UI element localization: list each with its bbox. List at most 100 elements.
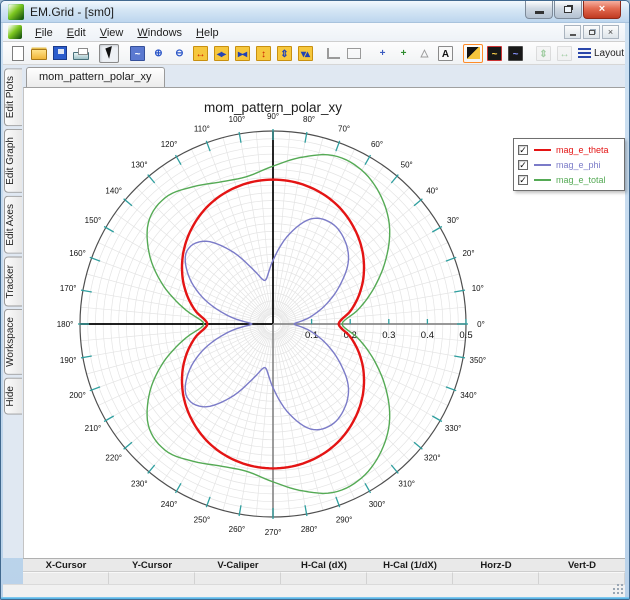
pointer-tool-icon[interactable] <box>99 43 119 63</box>
window-title: EM.Grid - [sm0] <box>30 5 115 19</box>
mdi-close-button[interactable]: × <box>602 25 619 39</box>
window-restore-button[interactable] <box>554 1 582 19</box>
angle-label-290: 290° <box>336 516 353 525</box>
angle-label-310: 310° <box>398 479 415 488</box>
readout-header-horz-d: Horz-D <box>480 560 512 571</box>
layout-button[interactable]: Layout <box>575 44 625 63</box>
marker-triangle-icon-glyph: △ <box>420 47 429 59</box>
tab-mom-pattern-polar-xy[interactable]: mom_pattern_polar_xy <box>26 67 165 87</box>
angle-label-140: 140° <box>105 186 122 195</box>
sidebar-tab-tracker[interactable]: Tracker <box>4 256 22 307</box>
compress-x-icon[interactable]: ▸◂ <box>232 44 252 63</box>
angle-label-80: 80° <box>303 115 315 124</box>
readout-header-h-cal-1-dx-: H-Cal (1/dX) <box>383 560 437 571</box>
mdi-child-icon[interactable] <box>8 25 22 39</box>
axes-tool-icon[interactable]: + <box>393 44 413 63</box>
legend-entry-mag_e_total: ✓ mag_e_total <box>518 172 620 187</box>
curve-style-blue-icon[interactable]: ~ <box>505 44 525 63</box>
menu-item-windows[interactable]: Windows <box>130 25 189 41</box>
resize-grip-icon[interactable] <box>613 585 624 596</box>
menu-item-help[interactable]: Help <box>189 25 226 41</box>
tile-horizontal-icon[interactable]: ↔ <box>554 44 574 63</box>
legend-label-mag_e_theta: mag_e_theta <box>556 144 609 155</box>
angle-label-330: 330° <box>445 424 462 433</box>
angle-label-40: 40° <box>426 186 438 195</box>
angle-label-20: 20° <box>462 249 474 258</box>
save-icon[interactable] <box>50 44 70 63</box>
new-document-icon[interactable] <box>8 44 28 63</box>
readout-header-h-cal-dx-: H-Cal (dX) <box>301 560 347 571</box>
legend-entry-mag_e_theta: ✓ mag_e_theta <box>518 142 620 157</box>
angle-label-340: 340° <box>460 391 477 400</box>
window-minimize-button[interactable] <box>525 1 553 19</box>
angle-label-70: 70° <box>338 125 350 134</box>
open-icon[interactable] <box>29 44 49 63</box>
text-annotation-icon-glyph: A <box>437 45 453 61</box>
expand-x-icon[interactable]: ↔ <box>190 44 210 63</box>
legend-line-sample <box>534 163 551 166</box>
pan-y-icon[interactable]: ⇕ <box>274 44 294 63</box>
pan-x-icon[interactable]: ◂▸ <box>211 44 231 63</box>
angle-label-200: 200° <box>69 391 86 400</box>
mdi-minimize-icon <box>569 34 576 36</box>
menu-item-file[interactable]: File <box>28 25 60 41</box>
menu-item-edit[interactable]: Edit <box>60 25 93 41</box>
crosshair-icon[interactable]: + <box>372 44 392 63</box>
readout-header-y-cursor: Y-Cursor <box>131 560 173 571</box>
window-close-button[interactable]: × <box>583 1 621 19</box>
colormap-icon[interactable] <box>463 43 483 63</box>
angle-label-120: 120° <box>161 140 178 149</box>
app-logo-icon <box>8 4 24 20</box>
expand-y-icon[interactable]: ↕ <box>253 44 273 63</box>
angle-label-270: 270° <box>265 528 282 537</box>
angle-label-350: 350° <box>470 356 487 365</box>
menu-bar: File Edit View Windows Help × <box>3 23 625 42</box>
toolbar-separator <box>456 44 463 63</box>
toolbar-separator <box>120 44 127 63</box>
pan-y-icon-glyph: ⇕ <box>276 45 292 61</box>
text-annotation-icon[interactable]: A <box>435 44 455 63</box>
print-icon[interactable] <box>71 44 91 63</box>
angle-label-50: 50° <box>401 161 413 170</box>
mdi-restore-icon <box>588 29 595 35</box>
close-icon: × <box>598 3 606 15</box>
legend-line-sample <box>534 148 551 151</box>
zoom-out-icon[interactable]: ⊖ <box>169 44 189 63</box>
sidebar-tabstrip: Edit Plots Edit Graph Edit Axes Tracker Work… <box>3 65 23 558</box>
angle-label-300: 300° <box>369 500 386 509</box>
mdi-minimize-button[interactable] <box>564 25 581 39</box>
radial-ticks: 0.1 0.2 0.3 0.4 0.5 <box>305 319 473 341</box>
compress-x-icon-glyph: ▸◂ <box>234 45 250 61</box>
legend-checkbox-mag_e_total[interactable]: ✓ <box>518 174 528 185</box>
compress-y-icon[interactable]: ▾▴ <box>295 44 315 63</box>
axes-tool-icon-glyph: + <box>400 47 407 59</box>
radial-label-0.4: 0.4 <box>421 330 434 341</box>
marker-triangle-icon[interactable]: △ <box>414 44 434 63</box>
legend-checkbox-mag_e_phi[interactable]: ✓ <box>518 159 528 170</box>
menu-item-view[interactable]: View <box>93 25 131 41</box>
sidebar-tab-edit-axes[interactable]: Edit Axes <box>4 196 22 254</box>
mdi-restore-button[interactable] <box>583 25 600 39</box>
zoom-in-icon[interactable]: ⊕ <box>148 44 168 63</box>
title-bar[interactable]: EM.Grid - [sm0] × <box>1 1 629 23</box>
corner-grid-icon[interactable] <box>323 44 343 63</box>
sidebar-tab-hide[interactable]: Hide <box>4 378 22 415</box>
tile-vertical-icon[interactable]: ⇕ <box>533 44 553 63</box>
angle-label-30: 30° <box>447 216 459 225</box>
sidebar-tab-edit-graph[interactable]: Edit Graph <box>4 129 22 194</box>
sidebar-tab-workspace[interactable]: Workspace <box>4 309 22 376</box>
angle-label-160: 160° <box>69 249 86 258</box>
legend-checkbox-mag_e_theta[interactable]: ✓ <box>518 144 528 155</box>
sidebar-tab-edit-plots[interactable]: Edit Plots <box>4 68 22 127</box>
angle-label-150: 150° <box>85 216 102 225</box>
readout-header-x-cursor: X-Cursor <box>45 560 87 571</box>
frame-grid-icon[interactable] <box>344 44 364 63</box>
document-tab-strip: mom_pattern_polar_xy <box>23 65 625 87</box>
app-window: EM.Grid - [sm0] × File Edit View Windows Hel… <box>0 0 630 600</box>
zoom-box-icon[interactable]: ~ <box>127 44 147 63</box>
pan-x-icon-glyph: ◂▸ <box>213 45 229 61</box>
zoom-box-icon-glyph: ~ <box>129 45 145 61</box>
curve-style-yellow-icon[interactable]: ~ <box>484 44 504 63</box>
layout-button-label: Layout <box>594 47 625 59</box>
zoom-out-icon-glyph: ⊖ <box>175 47 183 59</box>
